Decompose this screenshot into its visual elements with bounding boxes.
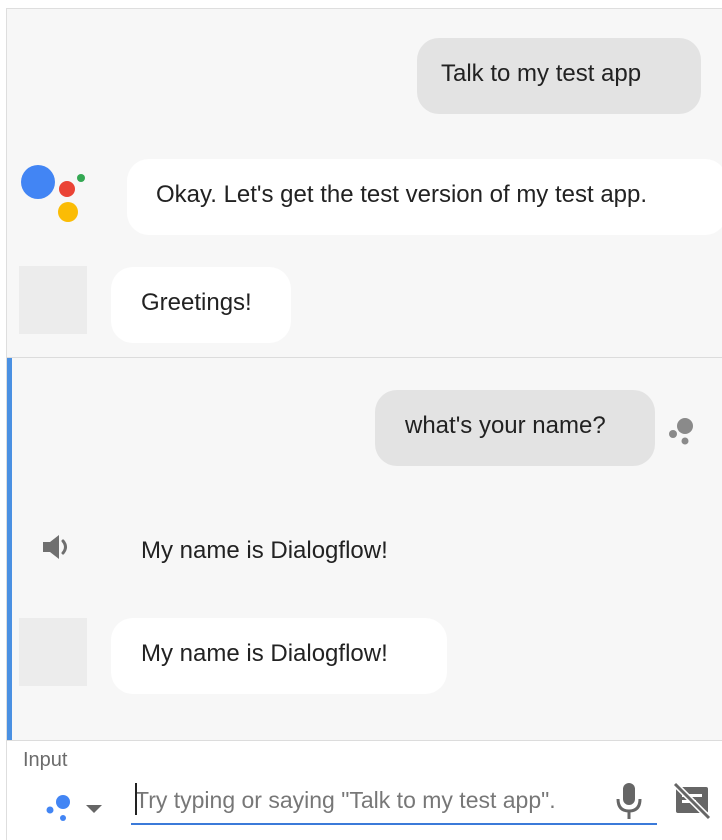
app-response-text: My name is Dialogflow! xyxy=(141,640,388,667)
conversation-divider xyxy=(7,357,722,358)
user-message-bubble: Talk to my test app xyxy=(417,38,701,114)
app-response-bubble: Greetings! xyxy=(111,267,291,343)
google-assistant-logo-icon xyxy=(21,165,85,222)
text-caret xyxy=(135,783,137,815)
user-message-text: what's your name? xyxy=(405,412,606,439)
assistant-message-bubble: Okay. Let's get the test version of my t… xyxy=(127,159,722,235)
mic-icon[interactable] xyxy=(615,781,643,821)
input-area: Input xyxy=(7,740,722,840)
query-input[interactable] xyxy=(131,777,657,825)
speaker-icon[interactable] xyxy=(41,533,73,561)
chevron-down-icon xyxy=(86,805,102,813)
app-avatar-placeholder xyxy=(19,618,87,686)
assistant-dots-icon xyxy=(46,795,70,821)
app-avatar-placeholder xyxy=(19,266,87,334)
input-label: Input xyxy=(23,749,68,771)
spoken-response-text: My name is Dialogflow! xyxy=(141,537,388,564)
active-turn-indicator xyxy=(7,358,12,742)
assistant-message-text: Okay. Let's get the test version of my t… xyxy=(156,181,648,208)
simulator-chat-panel: Talk to my test app Okay. Let's get the … xyxy=(6,8,722,840)
user-message-text: Talk to my test app xyxy=(441,60,642,87)
user-message-bubble: what's your name? xyxy=(375,390,655,466)
app-response-text: Greetings! xyxy=(141,289,252,316)
app-response-bubble: My name is Dialogflow! xyxy=(111,618,447,694)
assistant-dots-icon xyxy=(669,418,693,445)
display-off-icon[interactable] xyxy=(671,781,713,821)
input-source-selector[interactable] xyxy=(39,789,111,825)
